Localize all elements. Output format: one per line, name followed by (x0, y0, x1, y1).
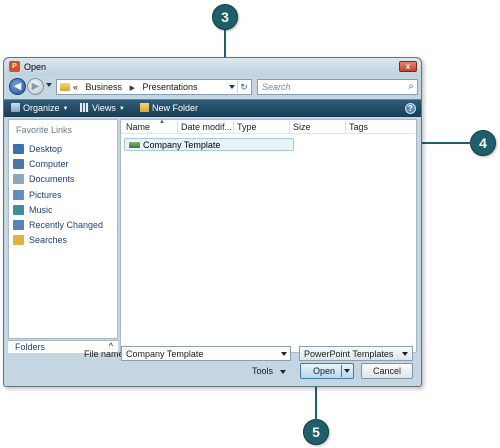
callout-4: 4 (470, 130, 496, 156)
callout-5: 5 (303, 419, 329, 445)
open-label: Open (313, 366, 336, 376)
open-button[interactable]: Open (300, 363, 354, 379)
refresh-icon[interactable]: ↻ (237, 81, 250, 93)
powerpoint-app-icon: P (9, 61, 20, 72)
sidebar-item-label: Desktop (29, 144, 63, 154)
file-list-item[interactable]: Company Template (124, 138, 294, 151)
sidebar-item-pictures[interactable]: Pictures (13, 189, 103, 205)
powerpoint-template-icon (129, 142, 140, 148)
organize-icon (11, 103, 20, 112)
chevron-down-icon: ▼ (118, 106, 125, 112)
file-name-value: Company Template (126, 349, 204, 359)
tools-button[interactable]: Tools (252, 366, 273, 376)
search-icon[interactable]: ⌕ (408, 81, 414, 92)
computer-icon (13, 159, 24, 170)
address-dropdown-icon[interactable] (229, 85, 235, 89)
sort-ascending-icon: ▲ (159, 119, 165, 125)
help-icon[interactable]: ? (405, 103, 416, 114)
sidebar-item-recently-changed[interactable]: Recently Changed (13, 219, 104, 235)
sidebar-item-label: Computer (29, 159, 69, 170)
favorite-links-heading: Favorite Links (16, 125, 73, 135)
file-type-value: PowerPoint Templates (304, 349, 394, 359)
navigation-pane: Favorite Links Desktop Computer Documents P… (8, 119, 118, 339)
tools-dropdown-icon[interactable] (280, 370, 286, 374)
close-button[interactable]: x (399, 61, 417, 72)
navigation-bar: ◀ ▶ « Business ▶ Presentations ↻ Search … (4, 76, 421, 98)
new-folder-button[interactable]: New Folder (140, 103, 198, 113)
sidebar-item-label: Pictures (29, 189, 62, 200)
views-label: Views (92, 103, 116, 113)
breadcrumb-presentations[interactable]: Presentations (142, 82, 197, 92)
breadcrumb-overflow[interactable]: « (73, 82, 78, 92)
column-divider[interactable] (233, 121, 234, 133)
column-date-modified[interactable]: Date modif... (181, 122, 232, 132)
chevron-down-icon (402, 352, 408, 356)
sidebar-item-computer[interactable]: Computer (13, 159, 103, 174)
favorite-links-list: Desktop Computer Documents Pictures Music Rec… (13, 144, 103, 250)
sidebar-item-label: Searches (29, 235, 68, 246)
views-button[interactable]: Views ▼ (80, 103, 125, 113)
column-tags[interactable]: Tags (349, 122, 368, 132)
breadcrumb-separator-icon[interactable]: ▶ (130, 85, 135, 92)
search-placeholder: Search (262, 82, 291, 92)
column-type[interactable]: Type (237, 122, 257, 132)
sidebar-item-documents[interactable]: Documents (13, 174, 103, 189)
file-type-select[interactable]: PowerPoint Templates (299, 346, 413, 361)
documents-icon (13, 174, 24, 185)
new-folder-icon (140, 103, 149, 112)
breadcrumb-business[interactable]: Business (86, 82, 123, 92)
music-icon (13, 204, 24, 215)
views-icon (80, 103, 89, 112)
recent-pages-dropdown-icon[interactable] (46, 83, 52, 87)
organize-button[interactable]: Organize ▼ (11, 103, 68, 113)
file-list-pane: Name ▲ Date modif... Type Size Tags Comp… (120, 119, 417, 353)
column-size[interactable]: Size (293, 122, 311, 132)
callout-3: 3 (212, 4, 238, 30)
column-divider[interactable] (289, 121, 290, 133)
column-header-row: Name ▲ Date modif... Type Size Tags (121, 119, 416, 134)
recent-icon (13, 219, 24, 230)
file-name-field[interactable]: Company Template (121, 346, 291, 361)
searches-folder-icon (13, 235, 24, 246)
back-arrow-icon[interactable]: ◀ (9, 78, 26, 95)
open-options-dropdown-icon[interactable] (344, 369, 350, 373)
folders-label: Folders (15, 342, 46, 352)
sidebar-item-searches[interactable]: Searches (13, 235, 103, 250)
column-divider[interactable] (345, 121, 346, 133)
pictures-icon (13, 189, 24, 200)
cancel-button[interactable]: Cancel (361, 363, 413, 379)
sidebar-item-label: Music (29, 204, 53, 215)
file-name: Company Template (143, 140, 221, 150)
sidebar-item-label: Documents (29, 174, 75, 185)
column-name[interactable]: Name (126, 122, 150, 132)
title-bar: P Open x (4, 58, 421, 76)
command-toolbar: Organize ▼ Views ▼ New Folder ? (4, 99, 421, 117)
column-divider[interactable] (177, 121, 178, 133)
breadcrumb: « Business ▶ Presentations (73, 82, 198, 92)
window-title: Open (24, 62, 47, 72)
sidebar-item-desktop[interactable]: Desktop (13, 144, 103, 159)
sidebar-item-label: Recently Changed (29, 219, 104, 230)
file-name-dropdown-icon[interactable] (281, 352, 287, 356)
search-input[interactable]: Search ⌕ (257, 79, 418, 95)
organize-label: Organize (23, 103, 60, 113)
open-dialog: P Open x ◀ ▶ « Business ▶ Presentations … (3, 57, 422, 387)
open-split-divider (341, 365, 342, 377)
new-folder-label: New Folder (152, 103, 199, 113)
forward-arrow-icon[interactable]: ▶ (27, 78, 44, 95)
desktop-icon (13, 144, 24, 154)
folder-icon (60, 83, 70, 91)
chevron-down-icon: ▼ (62, 106, 69, 112)
sidebar-item-music[interactable]: Music (13, 204, 103, 220)
address-bar[interactable]: « Business ▶ Presentations ↻ (56, 79, 252, 95)
file-name-label: File name: (84, 349, 127, 359)
